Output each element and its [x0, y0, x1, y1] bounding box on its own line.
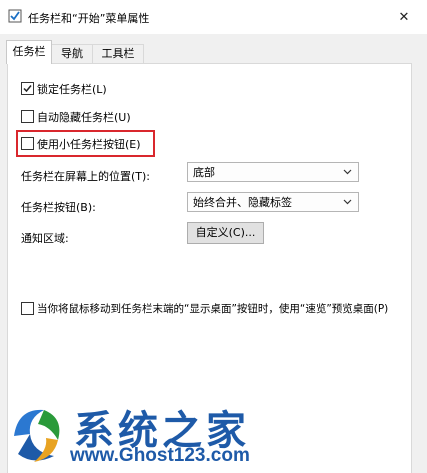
checkmark-icon — [23, 85, 32, 93]
small-buttons-checkbox[interactable] — [21, 137, 34, 150]
small-buttons-label: 使用小任务栏按钮(E) — [37, 138, 141, 151]
window-title: 任务栏和“开始”菜单属性 — [28, 12, 150, 25]
location-value: 底部 — [193, 166, 215, 179]
peek-checkbox[interactable] — [21, 302, 34, 315]
location-label: 任务栏在屏幕上的位置(T): — [21, 170, 151, 183]
tab-taskbar[interactable]: 任务栏 — [6, 40, 52, 64]
chevron-down-icon — [343, 169, 352, 175]
location-select[interactable]: 底部 — [187, 162, 359, 182]
watermark: 系统之家 www.Ghost123.com — [0, 398, 427, 472]
tab-navigation[interactable]: 导航 — [50, 44, 94, 63]
close-icon: ✕ — [398, 9, 410, 25]
auto-hide-label: 自动隐藏任务栏(U) — [37, 111, 131, 124]
lock-taskbar-label: 锁定任务栏(L) — [37, 83, 107, 96]
customize-button[interactable]: 自定义(C)... — [187, 222, 264, 244]
notify-label: 通知区域: — [21, 232, 69, 245]
site-logo-icon — [14, 409, 60, 462]
peek-label: 当你将鼠标移动到任务栏末端的“显示桌面”按钮时，使用“速览”预览桌面(P) — [37, 303, 389, 315]
lock-taskbar-checkbox[interactable] — [21, 82, 34, 95]
buttons-value: 始终合并、隐藏标签 — [193, 196, 292, 209]
taskbar-properties-icon — [8, 9, 22, 23]
chevron-down-icon — [343, 199, 352, 205]
close-button[interactable]: ✕ — [381, 0, 427, 34]
buttons-label: 任务栏按钮(B): — [21, 201, 96, 214]
auto-hide-checkbox[interactable] — [21, 110, 34, 123]
title-bar: 任务栏和“开始”菜单属性 ✕ — [0, 0, 427, 34]
buttons-select[interactable]: 始终合并、隐藏标签 — [187, 192, 359, 212]
watermark-url: www.Ghost123.com — [70, 445, 250, 466]
tab-toolbars[interactable]: 工具栏 — [92, 44, 144, 63]
